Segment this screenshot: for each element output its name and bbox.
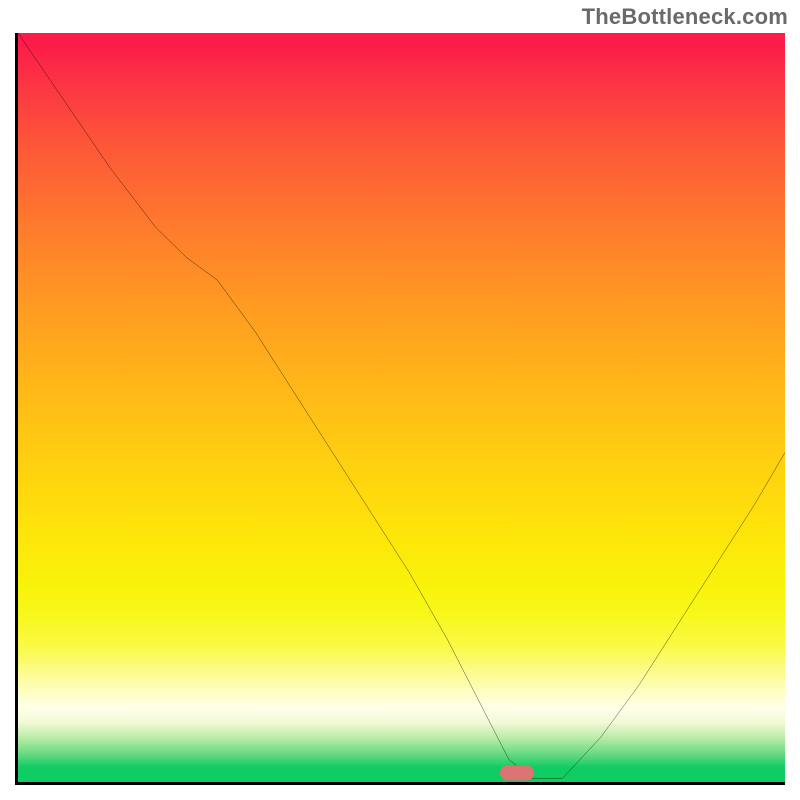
optimum-marker: [500, 766, 534, 781]
bottleneck-curve: [18, 33, 785, 778]
chart-container: TheBottleneck.com: [0, 0, 800, 800]
plot-frame: [15, 33, 785, 785]
watermark-text: TheBottleneck.com: [582, 4, 788, 30]
curve-svg: [18, 33, 785, 782]
